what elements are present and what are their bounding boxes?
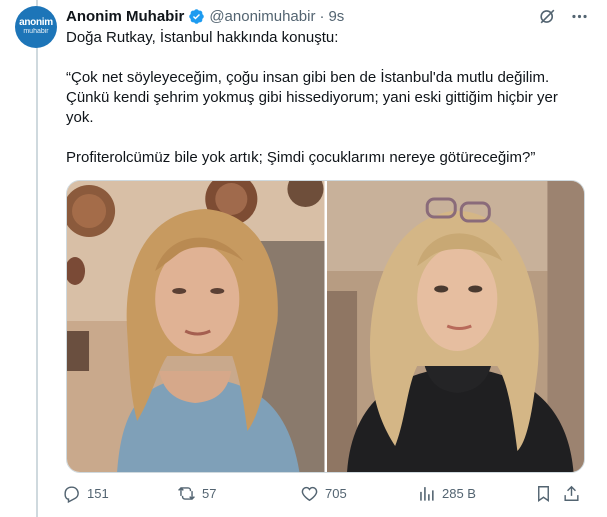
tweet-timestamp[interactable]: 9s	[328, 8, 344, 25]
reply-count: 151	[87, 486, 109, 501]
tweet-top-actions	[537, 6, 589, 26]
bookmark-button[interactable]	[534, 484, 553, 503]
avatar[interactable]: anonim muhabir	[15, 6, 57, 48]
repost-count: 57	[202, 486, 217, 501]
tweet-paragraph: “Çok net söyleyeceğim, çoğu insan gibi b…	[66, 69, 558, 126]
avatar-text-line2: muhabir	[23, 28, 49, 35]
author-name[interactable]: Anonim Muhabir	[66, 8, 184, 25]
tweet-media	[66, 180, 585, 473]
verified-badge-icon[interactable]	[188, 8, 205, 25]
share-icon	[564, 485, 579, 501]
bookmark-icon	[538, 486, 549, 502]
woman-photo-left[interactable]	[67, 181, 325, 472]
tweet-text: Doğa Rutkay, İstanbul hakkında konuştu: …	[66, 28, 586, 168]
tweet-paragraph: Profiterolcümüz bile yok artık; Şimdi ço…	[66, 149, 536, 166]
heart-icon	[301, 486, 318, 502]
reply-button[interactable]: 151	[62, 484, 109, 503]
woman-photo-right[interactable]	[326, 181, 584, 472]
like-count: 705	[325, 486, 347, 501]
views-button[interactable]: 285 B	[417, 484, 476, 503]
header-separator: ·	[319, 7, 325, 25]
more-icon[interactable]	[569, 6, 589, 26]
views-count: 285 B	[442, 486, 476, 501]
author-handle[interactable]: @anonimuhabir	[209, 8, 315, 25]
repost-icon	[178, 486, 195, 501]
share-button[interactable]	[562, 484, 581, 503]
views-icon	[420, 487, 434, 501]
reply-icon	[64, 486, 79, 503]
tweet-actions: 151 57 705 285 B	[62, 484, 582, 506]
like-button[interactable]: 705	[300, 484, 347, 503]
avatar-text-line1: anonim	[19, 17, 53, 28]
tweet-header: Anonim Muhabir @anonimuhabir · 9s	[66, 5, 344, 27]
tweet-paragraph: Doğa Rutkay, İstanbul hakkında konuştu:	[66, 29, 339, 46]
repost-button[interactable]: 57	[177, 484, 216, 503]
grok-icon[interactable]	[537, 6, 557, 26]
thread-line	[36, 0, 38, 517]
